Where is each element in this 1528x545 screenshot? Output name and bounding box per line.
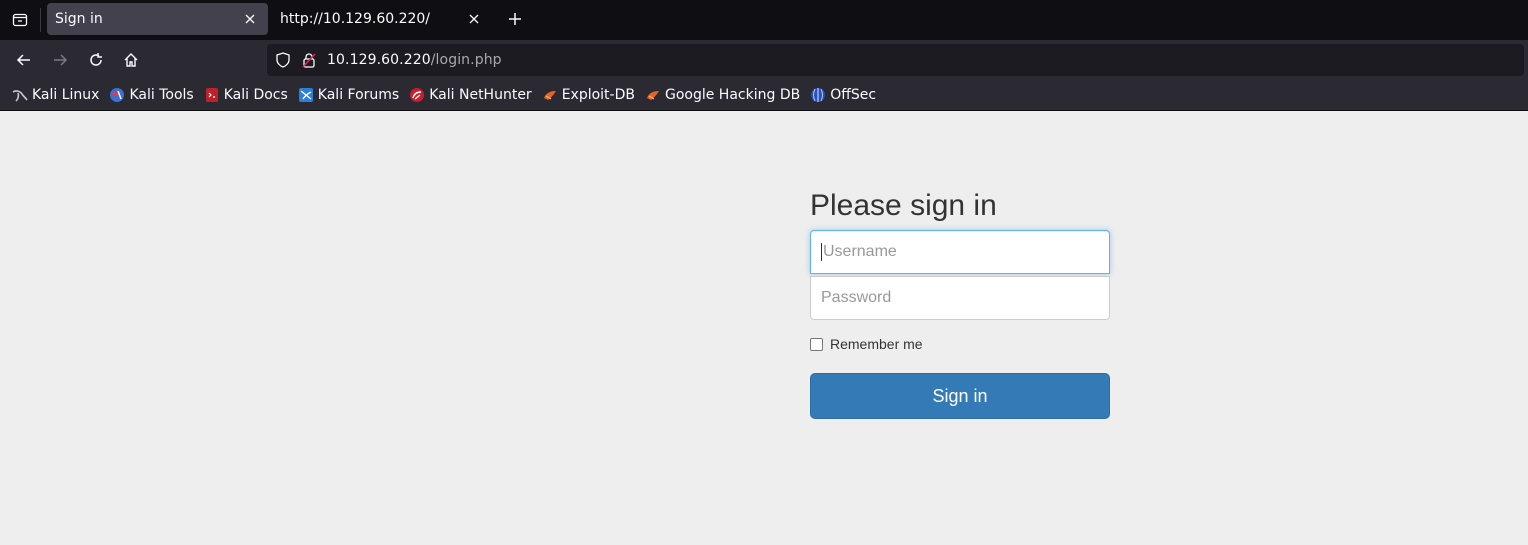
remember-me[interactable]: Remember me [810,334,1110,354]
bookmark-kali-tools[interactable]: Kali Tools [105,83,199,107]
reload-icon[interactable] [84,48,108,72]
bookmark-google-hacking-db[interactable]: Google Hacking DB [641,83,806,107]
kali-forums-icon [298,87,314,103]
shield-icon[interactable] [273,50,293,70]
offsec-icon [810,87,826,103]
kali-tools-icon [109,87,125,103]
bookmark-kali-forums[interactable]: Kali Forums [294,83,405,107]
page-title: Please sign in [810,189,997,222]
tab-title: http://10.129.60.220/ [280,11,431,27]
bookmark-label: OffSec [830,87,877,103]
sign-in-button[interactable]: Sign in [810,373,1110,419]
kali-dragon-icon [12,87,28,103]
bookmark-kali-linux[interactable]: Kali Linux [8,83,105,107]
bookmark-label: Kali Linux [32,87,100,103]
login-form: Please sign in Username Password Remembe… [810,187,1110,419]
username-placeholder: Username [823,243,897,260]
bookmark-label: Kali Tools [129,87,194,103]
bookmark-label: Google Hacking DB [664,87,801,103]
new-tab-icon[interactable] [504,8,526,30]
nethunter-icon [409,87,425,103]
insecure-lock-icon[interactable] [299,50,319,70]
home-icon[interactable] [119,48,143,72]
close-icon[interactable] [242,11,258,27]
tab-list-icon[interactable] [0,0,40,40]
username-input[interactable]: Username [810,230,1110,274]
back-arrow-icon[interactable] [12,48,36,72]
page-viewport: Please sign in Username Password Remembe… [0,112,1528,545]
password-input[interactable]: Password [810,276,1110,320]
url-bar[interactable]: 10.129.60.220/login.php [267,44,1524,76]
bookmarks-toolbar: Kali Linux Kali Tools Kali Docs Kali For… [0,80,1528,111]
tab-home[interactable]: http://10.129.60.220/ [272,3,492,35]
password-placeholder: Password [821,289,892,306]
url-host: 10.129.60.220 [327,52,431,68]
remember-label: Remember me [830,336,923,352]
bookmark-exploit-db[interactable]: Exploit-DB [538,83,641,107]
bookmark-label: Kali Docs [223,87,288,103]
bookmark-label: Kali NetHunter [429,87,532,103]
bookmark-label: Kali Forums [317,87,400,103]
close-icon[interactable] [466,11,482,27]
url-text[interactable]: 10.129.60.220/login.php [327,52,502,68]
url-path: /login.php [430,52,502,68]
forward-arrow-icon[interactable] [48,48,72,72]
bookmark-kali-docs[interactable]: Kali Docs [200,83,294,107]
text-caret [821,243,822,261]
bookmark-label: Exploit-DB [561,87,635,103]
tab-sign-in[interactable]: Sign in [47,3,268,35]
bookmark-offsec[interactable]: OffSec [806,83,882,107]
ghdb-icon [645,87,661,103]
kali-docs-icon [204,87,220,103]
tab-separator [40,8,41,32]
remember-checkbox[interactable] [810,337,823,351]
bookmark-kali-nethunter[interactable]: Kali NetHunter [405,83,537,107]
exploit-db-icon [542,87,558,103]
tab-title: Sign in [55,11,103,27]
